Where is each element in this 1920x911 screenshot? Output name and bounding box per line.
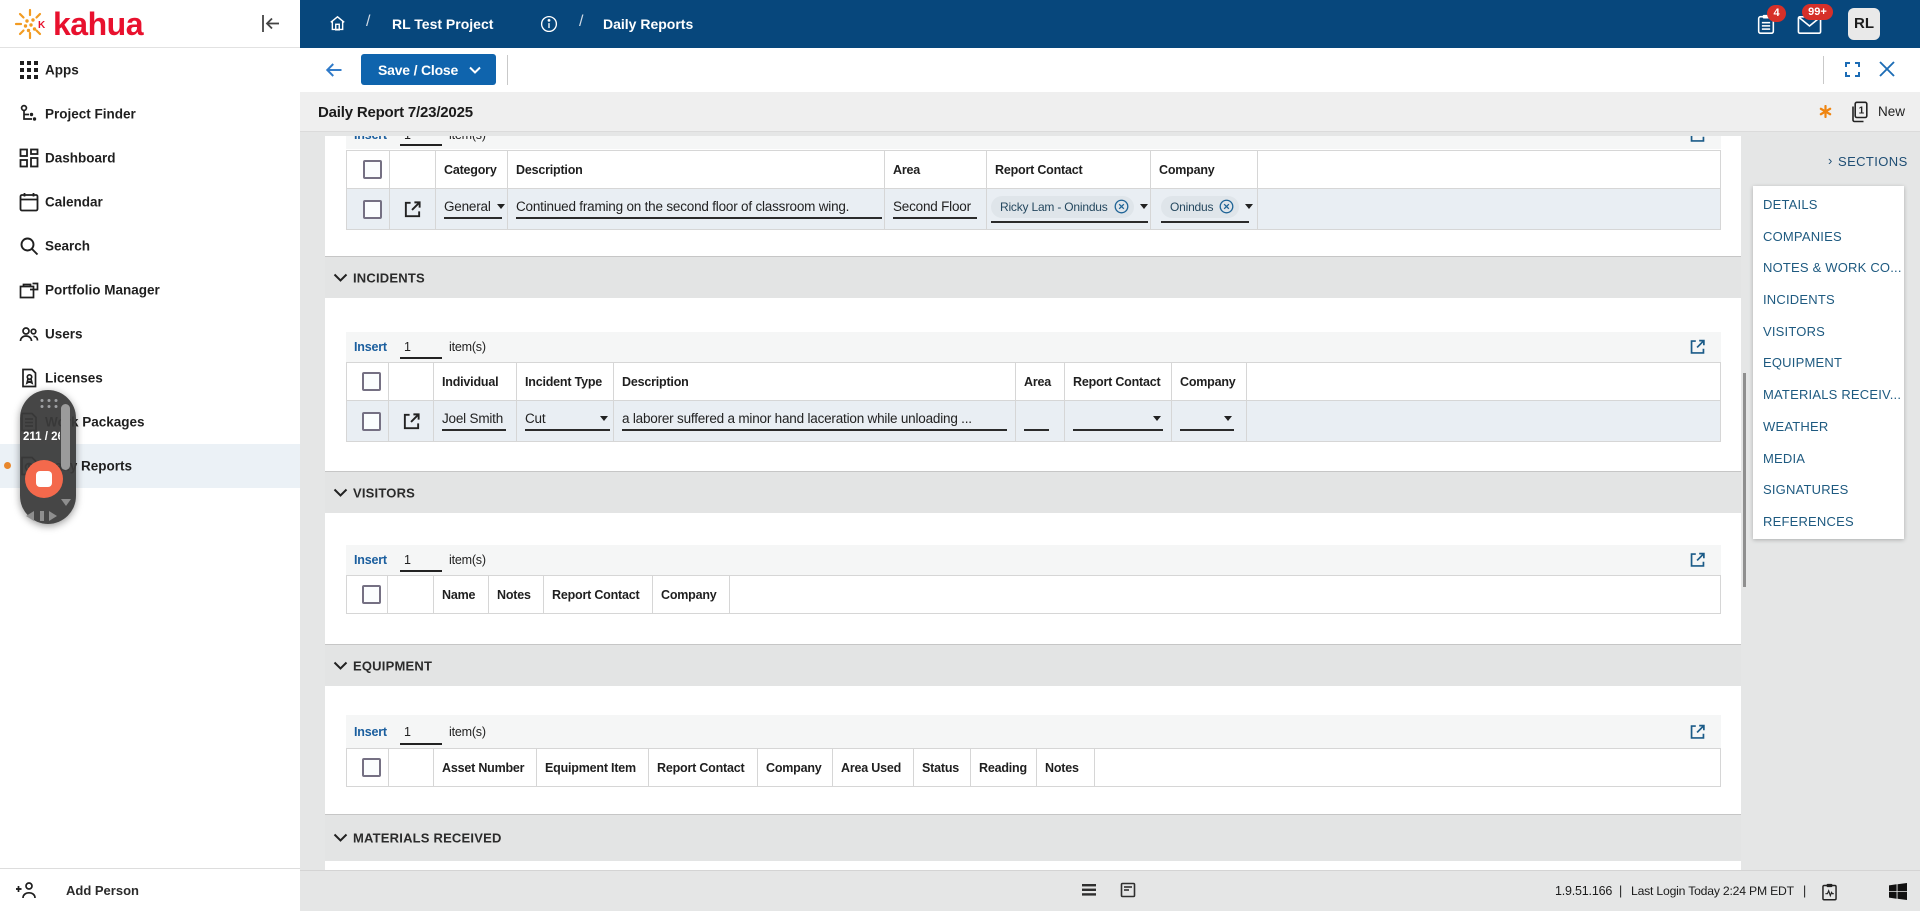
svg-text:1: 1 xyxy=(1859,106,1865,117)
svg-text:K: K xyxy=(38,20,46,31)
